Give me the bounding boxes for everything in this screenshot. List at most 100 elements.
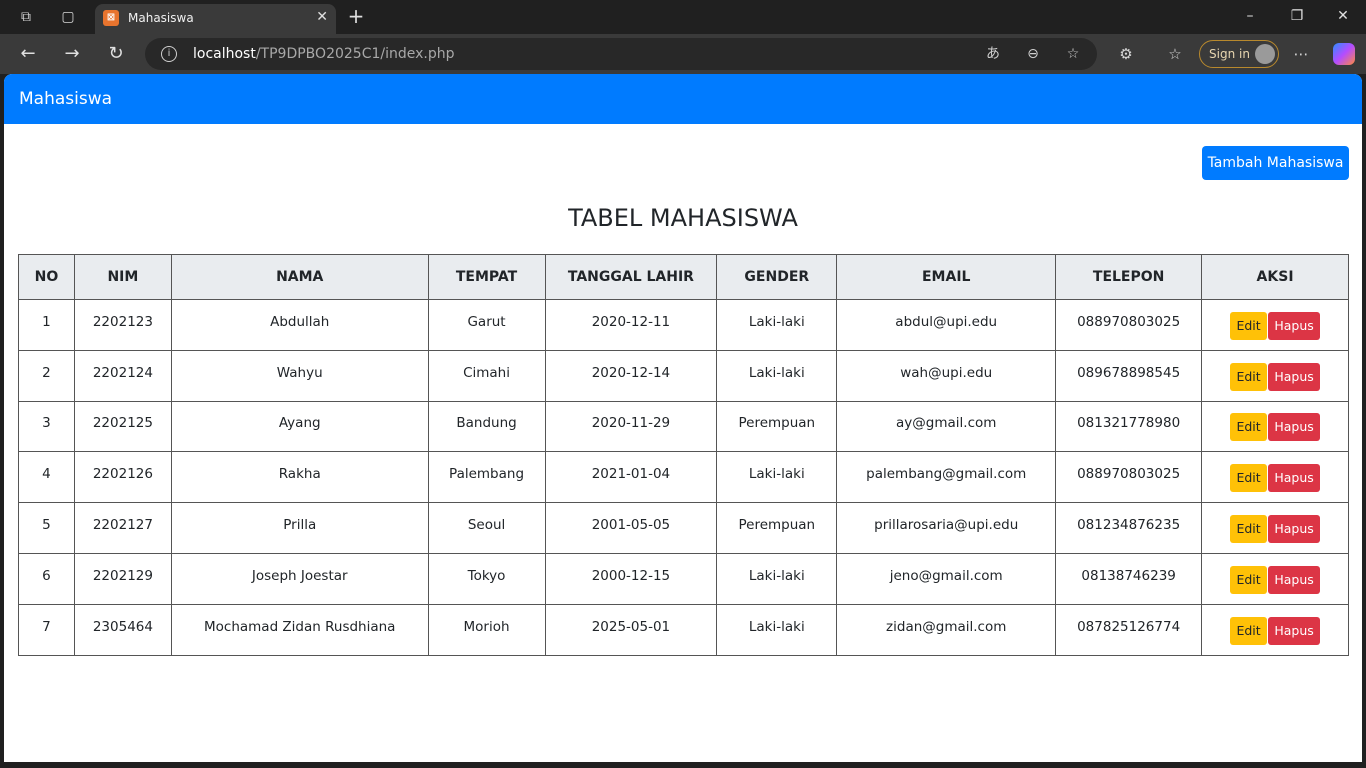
extensions-icon[interactable]: ⚙ xyxy=(1115,44,1137,64)
actions-cell: Edit Hapus xyxy=(1201,502,1349,554)
actions-cell: Edit Hapus xyxy=(1201,451,1349,504)
table-row: 3 2202125 Ayang Bandung 2020-11-29 Perempuan a… xyxy=(18,400,1349,453)
favorites-icon[interactable]: ☆ xyxy=(1164,44,1186,64)
column-header: AKSI xyxy=(1201,254,1349,300)
site-info-icon[interactable]: i xyxy=(161,46,177,62)
table-cell: jeno@gmail.com xyxy=(836,552,1057,605)
forward-icon[interactable]: → xyxy=(60,43,84,65)
table-cell: 2020-12-11 xyxy=(544,299,718,351)
delete-button[interactable]: Hapus xyxy=(1268,311,1321,340)
table-cell: zidan@gmail.com xyxy=(836,603,1057,656)
navbar: Mahasiswa xyxy=(4,74,1362,124)
table-cell: wah@upi.edu xyxy=(836,349,1057,402)
url-field[interactable]: i localhost/TP9DPBO2025C1/index.php あ ⊖ … xyxy=(145,38,1097,70)
minimize-icon[interactable]: – xyxy=(1240,6,1260,26)
sign-in-button[interactable]: Sign in xyxy=(1199,40,1279,68)
edit-button[interactable]: Edit xyxy=(1230,616,1268,645)
edit-button[interactable]: Edit xyxy=(1230,413,1268,442)
more-menu-icon[interactable]: ⋯ xyxy=(1290,44,1312,64)
favorite-star-icon[interactable]: ☆ xyxy=(1063,44,1083,64)
table-cell: abdul@upi.edu xyxy=(836,299,1057,351)
table-cell: Morioh xyxy=(427,603,546,656)
table-cell: Tokyo xyxy=(427,552,546,605)
table-cell: 088970803025 xyxy=(1055,299,1203,351)
actions-cell: Edit Hapus xyxy=(1201,603,1349,656)
edit-button[interactable]: Edit xyxy=(1230,565,1268,594)
table-cell: 088970803025 xyxy=(1055,451,1203,504)
table-cell: Garut xyxy=(427,299,546,351)
table-row: 7 2305464 Mochamad Zidan Rusdhiana Morioh 20… xyxy=(18,603,1349,656)
close-window-icon[interactable]: ✕ xyxy=(1333,6,1353,26)
table-cell: Perempuan xyxy=(716,502,838,554)
table-row: 4 2202126 Rakha Palembang 2021-01-04 Laki-lak… xyxy=(18,451,1349,504)
column-header: GENDER xyxy=(716,254,838,300)
table-cell: 2001-05-05 xyxy=(544,502,718,554)
table-cell: Cimahi xyxy=(427,349,546,402)
table-cell: 2202124 xyxy=(73,349,172,402)
tab-actions-icon[interactable]: ▢ xyxy=(57,7,79,27)
table-cell: prillarosaria@upi.edu xyxy=(836,502,1057,554)
browser-tab[interactable]: ⊠ Mahasiswa ✕ xyxy=(95,4,336,34)
table-cell: 2202125 xyxy=(73,400,172,453)
edit-button[interactable]: Edit xyxy=(1230,311,1268,340)
table-cell: Laki-laki xyxy=(716,299,838,351)
edit-button[interactable]: Edit xyxy=(1230,515,1268,544)
table-cell: 081234876235 xyxy=(1055,502,1203,554)
restore-icon[interactable]: ❐ xyxy=(1287,6,1307,26)
table-cell: 089678898545 xyxy=(1055,349,1203,402)
page-title: TABEL MAHASISWA xyxy=(568,204,798,232)
table-cell: 7 xyxy=(18,603,75,656)
table-cell: 2021-01-04 xyxy=(544,451,718,504)
url-text[interactable]: localhost/TP9DPBO2025C1/index.php xyxy=(193,45,455,63)
table-cell: 2 xyxy=(18,349,75,402)
edit-button[interactable]: Edit xyxy=(1230,362,1268,391)
table-row: 1 2202123 Abdullah Garut 2020-12-11 Laki-laki… xyxy=(18,299,1349,351)
table-cell: Laki-laki xyxy=(716,603,838,656)
xampp-icon: ⊠ xyxy=(103,10,119,26)
new-tab-icon[interactable]: + xyxy=(346,5,366,27)
table-cell: Laki-laki xyxy=(716,451,838,504)
table-cell: 5 xyxy=(18,502,75,554)
add-student-button[interactable]: Tambah Mahasiswa xyxy=(1202,146,1349,180)
workspaces-icon[interactable]: ⧉ xyxy=(15,7,37,27)
refresh-icon[interactable]: ↻ xyxy=(104,43,128,65)
actions-cell: Edit Hapus xyxy=(1201,299,1349,351)
table-cell: 1 xyxy=(18,299,75,351)
table-cell: 2202127 xyxy=(73,502,172,554)
table-cell: 2020-12-14 xyxy=(544,349,718,402)
table-row: 2 2202124 Wahyu Cimahi 2020-12-14 Laki-laki wa… xyxy=(18,349,1349,402)
table-cell: Seoul xyxy=(427,502,546,554)
column-header: TEMPAT xyxy=(427,254,546,300)
copilot-icon[interactable] xyxy=(1333,43,1355,65)
column-header: EMAIL xyxy=(836,254,1057,300)
table-cell: 6 xyxy=(18,552,75,605)
edit-button[interactable]: Edit xyxy=(1230,464,1268,493)
delete-button[interactable]: Hapus xyxy=(1268,515,1321,544)
table-cell: Abdullah xyxy=(170,299,429,351)
delete-button[interactable]: Hapus xyxy=(1268,616,1321,645)
delete-button[interactable]: Hapus xyxy=(1268,464,1321,493)
table-cell: Laki-laki xyxy=(716,552,838,605)
column-header: NO xyxy=(18,254,75,300)
delete-button[interactable]: Hapus xyxy=(1268,362,1321,391)
column-header: TELEPON xyxy=(1055,254,1203,300)
table-cell: Wahyu xyxy=(170,349,429,402)
table-cell: 3 xyxy=(18,400,75,453)
read-aloud-icon[interactable]: あ xyxy=(983,44,1003,64)
table-row: 5 2202127 Prilla Seoul 2001-05-05 Perempuan pr… xyxy=(18,502,1349,554)
back-icon[interactable]: ← xyxy=(16,43,40,65)
table-cell: Perempuan xyxy=(716,400,838,453)
close-tab-icon[interactable]: ✕ xyxy=(316,8,328,26)
delete-button[interactable]: Hapus xyxy=(1268,565,1321,594)
browser-tab-bar: ⧉ ▢ ⊠ Mahasiswa ✕ + – ❐ ✕ xyxy=(0,0,1366,34)
zoom-icon[interactable]: ⊖ xyxy=(1023,44,1043,64)
student-table: NO NIM NAMA TEMPAT TANGGAL LAHIR GENDER … xyxy=(18,254,1349,656)
table-cell: Joseph Joestar xyxy=(170,552,429,605)
table-cell: 2202123 xyxy=(73,299,172,351)
navbar-brand[interactable]: Mahasiswa xyxy=(19,88,112,110)
actions-cell: Edit Hapus xyxy=(1201,552,1349,605)
table-cell: 08138746239 xyxy=(1055,552,1203,605)
delete-button[interactable]: Hapus xyxy=(1268,413,1321,442)
table-header-row: NO NIM NAMA TEMPAT TANGGAL LAHIR GENDER … xyxy=(18,254,1349,300)
table-cell: 2202129 xyxy=(73,552,172,605)
